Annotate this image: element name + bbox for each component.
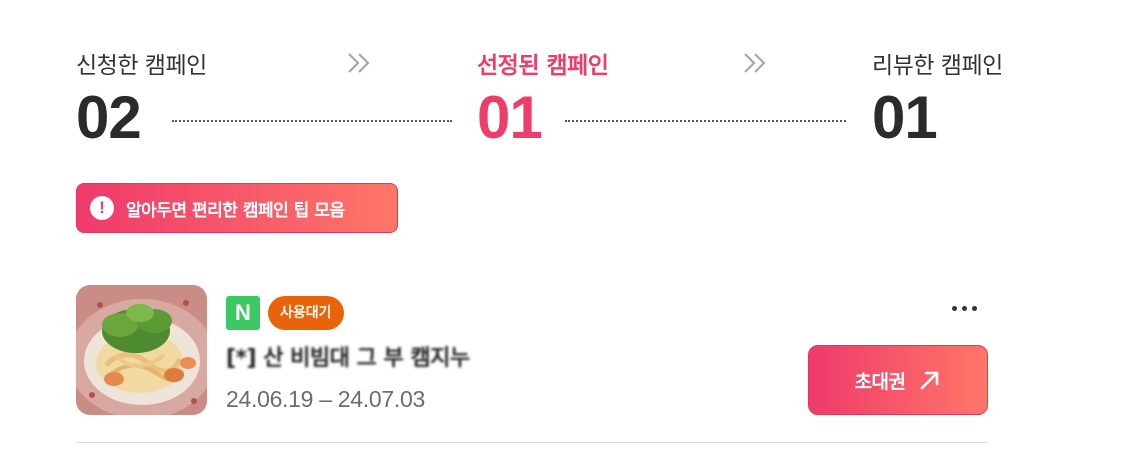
campaign-title[interactable]: [*] 산 비빔대 그 부 캠지누 xyxy=(226,340,470,372)
campaign-tips-button[interactable]: ! 알아두면 편리한 캠페인 팁 모음 xyxy=(76,183,398,233)
list-divider xyxy=(76,442,988,443)
chevron-double-right-icon xyxy=(348,53,370,73)
step-connector xyxy=(172,120,452,122)
step-connector xyxy=(565,120,846,122)
more-dot xyxy=(961,305,967,311)
more-horizontal-icon[interactable] xyxy=(940,296,988,320)
alert-circle-icon: ! xyxy=(90,196,114,220)
step-applied-count: 02 xyxy=(76,84,142,151)
step-reviewed-label: 리뷰한 캠페인 xyxy=(872,53,1003,79)
step-reviewed-count: 01 xyxy=(872,84,938,151)
campaign-tips-label: 알아두면 편리한 캠페인 팁 모음 xyxy=(126,200,345,221)
step-applied-label: 신청한 캠페인 xyxy=(76,53,207,79)
campaign-period: 24.06.19 – 24.07.03 xyxy=(226,386,425,412)
invite-ticket-button[interactable]: 초대권 xyxy=(808,345,988,415)
naver-icon: N xyxy=(226,296,260,330)
more-dot xyxy=(951,305,957,311)
campaign-status-page: 신청한 캠페인 02 선정된 캠페인 01 리뷰한 캠페인 01 ! 알아두면 … xyxy=(0,0,1125,469)
arrow-up-right-icon xyxy=(921,371,939,390)
step-selected-label: 선정된 캠페인 xyxy=(477,53,609,79)
status-badge: 사용대기 xyxy=(268,296,344,330)
step-selected-count: 01 xyxy=(477,84,543,151)
invite-ticket-label: 초대권 xyxy=(854,370,906,393)
more-dot xyxy=(971,305,977,311)
campaign-thumbnail[interactable] xyxy=(76,285,207,415)
chevron-double-right-icon xyxy=(744,53,766,73)
